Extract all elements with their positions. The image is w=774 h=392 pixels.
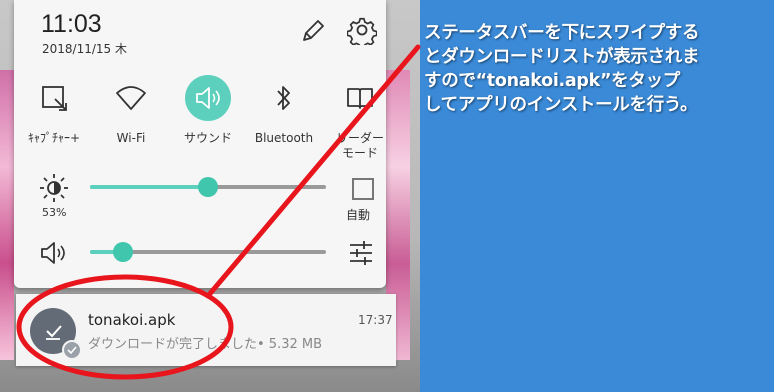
date: 2018/11/15 木: [42, 42, 127, 56]
notification-description: ダウンロードが完了しました• 5.32 MB: [88, 337, 323, 352]
notification-time: 17:37: [358, 313, 393, 327]
reader-mode-icon: [347, 88, 373, 109]
background-wallpaper-left: [0, 70, 14, 360]
auto-brightness-checkbox[interactable]: [352, 178, 374, 200]
sound-icon: [196, 87, 220, 109]
auto-brightness-label: 自動: [346, 208, 371, 222]
tile-capture-label: ｷｬﾌﾟﾁｬｰ+: [27, 131, 81, 145]
tile-sound[interactable]: サウンド: [173, 75, 243, 146]
tile-capture[interactable]: ｷｬﾌﾟﾁｬｰ+: [19, 75, 89, 146]
volume-icon: [41, 242, 65, 264]
brightness-slider-thumb[interactable]: [198, 177, 218, 197]
download-badge-icon: [62, 340, 82, 360]
bluetooth-icon: [277, 86, 290, 110]
edit-icon[interactable]: [300, 18, 326, 44]
notification-title: tonakoi.apk: [88, 311, 176, 329]
clock: 11:03: [41, 10, 102, 38]
tile-wifi[interactable]: Wi-Fi: [96, 75, 166, 146]
brightness-icon: [40, 174, 68, 202]
brightness-slider-fill: [90, 185, 208, 189]
tile-bluetooth-label: Bluetooth: [254, 131, 314, 145]
brightness-percent: 53%: [42, 206, 67, 219]
equalizer-settings-icon[interactable]: [348, 240, 374, 266]
tile-sound-label: サウンド: [183, 131, 232, 145]
gear-icon[interactable]: [347, 15, 377, 45]
tile-reader-mode[interactable]: リーダー モード: [325, 75, 395, 161]
wifi-icon: [116, 86, 146, 110]
volume-slider-thumb[interactable]: [113, 242, 134, 262]
tile-bluetooth[interactable]: Bluetooth: [249, 75, 319, 146]
tile-wifi-label: Wi-Fi: [116, 131, 146, 145]
annotation-text: ステータスバーを下にスワイプする とダウンロードリストが表示されま すので“to…: [424, 23, 700, 115]
tile-reader-mode-label: リーダー モード: [335, 131, 384, 160]
capture-icon: [42, 86, 67, 111]
brightness-slider[interactable]: [90, 177, 326, 197]
volume-slider[interactable]: [90, 242, 326, 262]
